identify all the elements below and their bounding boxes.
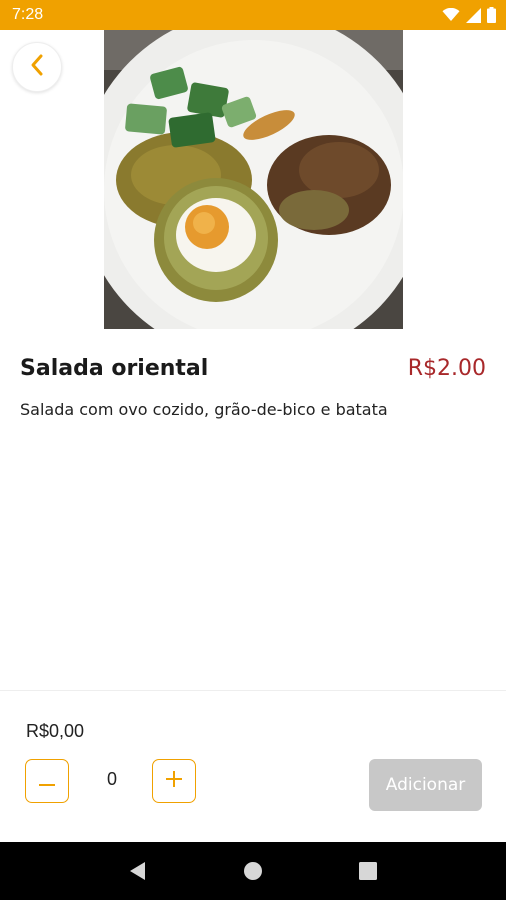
chevron-left-icon (29, 53, 45, 81)
battery-icon (487, 7, 496, 23)
increment-button[interactable] (152, 759, 196, 803)
status-bar: 7:28 (0, 0, 506, 30)
decrement-button[interactable] (25, 759, 69, 803)
back-triangle-icon[interactable] (118, 851, 158, 891)
back-button[interactable] (12, 42, 62, 92)
order-total: R$0,00 (26, 721, 85, 741)
wifi-icon (442, 8, 460, 22)
product-price: R$2.00 (407, 356, 486, 381)
navigation-bar (0, 842, 506, 900)
status-icons (442, 7, 496, 23)
signal-icon (466, 7, 481, 23)
add-to-cart-button[interactable]: Adicionar (369, 759, 482, 811)
food-photo (104, 30, 403, 329)
status-time: 7:28 (12, 6, 44, 23)
plus-icon (166, 771, 182, 791)
product-title: Salada oriental (20, 356, 209, 381)
order-panel: R$0,00 0 Adicionar (0, 690, 506, 842)
product-description: Salada com ovo cozido, grão-de-bico e ba… (20, 400, 388, 419)
home-circle-icon[interactable] (233, 851, 273, 891)
quantity-value: 0 (106, 769, 117, 789)
recents-square-icon[interactable] (348, 851, 388, 891)
minus-icon (39, 772, 55, 791)
